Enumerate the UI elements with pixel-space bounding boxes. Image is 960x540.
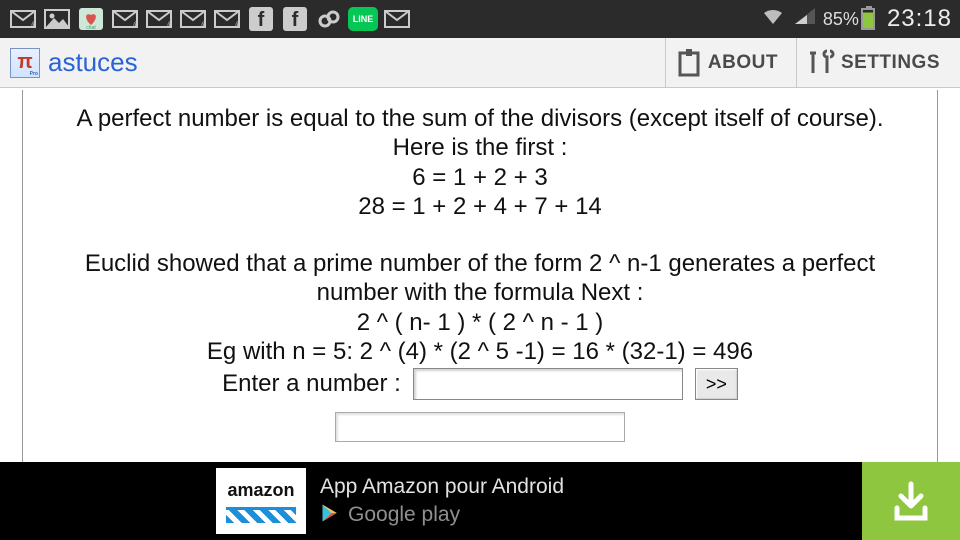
download-icon — [888, 478, 934, 524]
svg-text:@: @ — [167, 20, 172, 28]
ad-decoration-icon — [226, 507, 296, 523]
signal-icon — [793, 6, 815, 32]
equation-2: 28 = 1 + 2 + 4 + 7 + 14 — [41, 192, 919, 221]
svg-text:@: @ — [235, 20, 240, 28]
notification-icons: @ chat @ @ @ @ f f LINE — [8, 7, 412, 31]
mail-icon — [382, 9, 412, 29]
about-icon — [676, 49, 702, 77]
app-icon: π — [10, 48, 40, 78]
facebook-icon: f — [280, 9, 310, 29]
wifi-icon — [761, 6, 785, 32]
heart-app-icon: chat — [76, 9, 106, 29]
ad-amazon-label: amazon — [227, 480, 294, 501]
svg-text:@: @ — [31, 20, 36, 28]
compute-button[interactable]: >> — [695, 368, 738, 400]
line-app-icon: LINE — [348, 7, 378, 31]
ad-google-play-label: Google play — [348, 503, 460, 527]
link-icon — [314, 9, 344, 29]
equation-1: 6 = 1 + 2 + 3 — [41, 163, 919, 192]
svg-text:chat: chat — [86, 25, 96, 31]
settings-button[interactable]: SETTINGS — [796, 38, 950, 88]
ad-amazon-tile: amazon — [216, 468, 306, 534]
svg-text:f: f — [258, 9, 265, 31]
example-text: Eg with n = 5: 2 ^ (4) * (2 ^ 5 -1) = 16… — [41, 337, 919, 366]
picture-icon — [42, 9, 72, 29]
google-play-icon — [320, 503, 340, 528]
tools-icon — [807, 49, 835, 77]
facebook-icon: f — [246, 9, 276, 29]
svg-text:f: f — [292, 9, 299, 31]
status-right: 85% 23:18 — [761, 5, 952, 33]
mail-icon: @ — [178, 9, 208, 29]
mail-icon: @ — [212, 9, 242, 29]
intro-text: Here is the first : — [41, 133, 919, 162]
formula-text: 2 ^ ( n- 1 ) * ( 2 ^ n - 1 ) — [41, 308, 919, 337]
ad-headline: App Amazon pour Android — [320, 475, 848, 499]
definition-text: A perfect number is equal to the sum of … — [41, 104, 919, 133]
ad-banner[interactable]: amazon App Amazon pour Android Google pl… — [0, 462, 960, 540]
settings-label: SETTINGS — [841, 52, 940, 74]
mail-icon: @ — [110, 9, 140, 29]
number-input[interactable] — [413, 368, 683, 400]
svg-text:@: @ — [133, 20, 138, 28]
about-button[interactable]: ABOUT — [665, 38, 788, 88]
battery-indicator: 85% — [823, 8, 875, 30]
ad-download-button[interactable] — [862, 462, 960, 540]
ad-text: App Amazon pour Android Google play — [306, 462, 862, 540]
input-row: Enter a number : >> — [41, 368, 919, 400]
battery-percent: 85% — [823, 9, 859, 30]
result-output — [335, 412, 625, 442]
battery-icon — [861, 8, 875, 30]
app-bar: π astuces ABOUT SETTINGS — [0, 38, 960, 88]
input-label: Enter a number : — [222, 369, 401, 398]
app-title: astuces — [48, 47, 138, 78]
about-label: ABOUT — [708, 52, 778, 74]
euclid-text: Euclid showed that a prime number of the… — [41, 249, 919, 308]
mail-icon: @ — [144, 9, 174, 29]
svg-text:@: @ — [201, 20, 206, 28]
mail-icon: @ — [8, 9, 38, 29]
content-area: A perfect number is equal to the sum of … — [22, 90, 938, 462]
clock: 23:18 — [883, 5, 952, 33]
android-status-bar: @ chat @ @ @ @ f f LINE — [0, 0, 960, 38]
